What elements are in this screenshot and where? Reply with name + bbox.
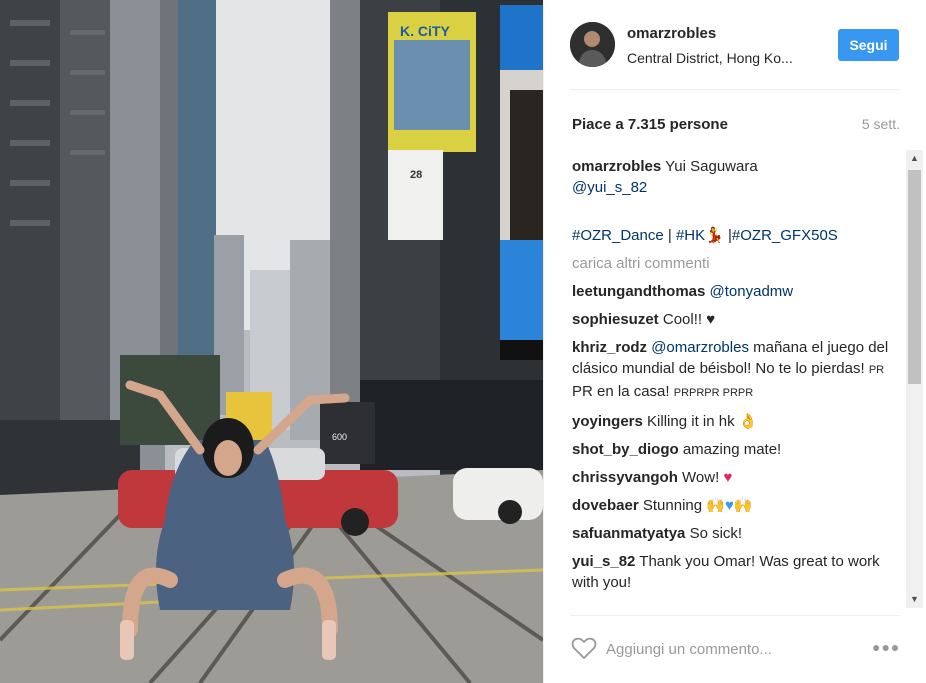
comment-author[interactable]: chrissyvangoh	[572, 469, 678, 486]
comment-item: dovebaer Stunning 🙌♥🙌	[572, 495, 902, 516]
caption-author[interactable]: omarzrobles	[572, 158, 661, 175]
comment-text: Killing it in hk	[647, 413, 735, 430]
ok-hand-emoji-icon: 👌	[738, 413, 758, 430]
scroll-thumb[interactable]	[908, 170, 921, 384]
comment-item: safuanmatyatya So sick!	[572, 523, 902, 544]
billboard-number: 28	[410, 169, 422, 181]
hashtag-ozr-dance[interactable]: #OZR_Dance	[572, 227, 664, 244]
header-divider	[570, 89, 900, 90]
post-location[interactable]: Central District, Hong Ko...	[627, 50, 793, 66]
more-options-icon[interactable]: ●●●	[872, 639, 900, 655]
flag-emoji-text: PRPRPR PRPR	[673, 387, 754, 399]
comment-item: khriz_rodz @omarzrobles mañana el juego …	[572, 337, 902, 404]
raised-hands-emoji-icon: 🙌	[706, 497, 725, 514]
scroll-up-arrow-icon[interactable]: ▲	[906, 150, 923, 167]
load-more-comments[interactable]: carica altri commenti	[572, 253, 902, 274]
comment-author[interactable]: yoyingers	[572, 413, 643, 430]
comment-author[interactable]: yui_s_82	[572, 553, 635, 570]
heart-outline-icon[interactable]	[571, 636, 597, 660]
comment-item: shot_by_diogo amazing mate!	[572, 439, 902, 460]
comment-author[interactable]: shot_by_diogo	[572, 441, 679, 458]
comment-mention[interactable]: @omarzrobles	[651, 339, 749, 356]
comment-author[interactable]: sophiesuzet	[572, 311, 659, 328]
billboard-brand: K. CiTY	[400, 23, 450, 39]
tram-number: 600	[332, 432, 347, 442]
comment-item: yoyingers Killing it in hk 👌	[572, 411, 902, 432]
comments-list[interactable]: omarzrobles Yui Saguwara @yui_s_82 #OZR_…	[544, 150, 926, 608]
comment-input[interactable]	[606, 638, 856, 660]
street-ballet-photo: K. CiTY 28 600	[0, 0, 543, 683]
post-age[interactable]: 5 sett.	[862, 116, 900, 132]
comments-scrollbar[interactable]: ▲ ▼	[906, 150, 923, 608]
caption-text: Yui Saguwara	[665, 158, 758, 175]
comment-item: yui_s_82 Thank you Omar! Was great to wo…	[572, 551, 902, 593]
blue-heart-emoji-icon: ♥	[724, 497, 734, 514]
comment-item: leetungandthomas @tonyadmw	[572, 281, 902, 302]
comment-text: Cool!!	[662, 311, 703, 328]
caption-hashtags: #OZR_Dance | #HK💃 |#OZR_GFX50S	[572, 225, 902, 246]
avatar-image	[570, 22, 615, 67]
hashtag-hk[interactable]: #HK	[676, 227, 705, 244]
comment-author[interactable]: khriz_rodz	[572, 339, 647, 356]
comment-author[interactable]: leetungandthomas	[572, 283, 705, 300]
avatar[interactable]	[570, 22, 615, 67]
comment-text: So sick!	[689, 525, 743, 542]
add-comment-bar: ●●●	[544, 616, 926, 683]
caption-mention[interactable]: @yui_s_82	[572, 179, 647, 196]
heart-emoji-icon: ♥	[723, 469, 733, 486]
comment-author[interactable]: safuanmatyatya	[572, 525, 685, 542]
post-username[interactable]: omarzrobles	[627, 25, 716, 42]
flag-emoji-text: PR	[868, 364, 885, 376]
post-header: omarzrobles Central District, Hong Ko...…	[544, 0, 926, 90]
caption: omarzrobles Yui Saguwara @yui_s_82	[572, 156, 902, 198]
comment-text: Wow!	[682, 469, 720, 486]
comment-mention[interactable]: @tonyadmw	[710, 283, 794, 300]
post-photo[interactable]: K. CiTY 28 600	[0, 0, 543, 683]
follow-button[interactable]: Segui	[838, 29, 899, 61]
comment-author[interactable]: dovebaer	[572, 497, 639, 514]
likes-count[interactable]: Piace a 7.315 persone	[572, 116, 728, 133]
comment-item: chrissyvangoh Wow! ♥	[572, 467, 902, 488]
comment-item: sophiesuzet Cool!! ♥	[572, 309, 902, 330]
scroll-down-arrow-icon[interactable]: ▼	[906, 591, 923, 608]
post-details-panel: omarzrobles Central District, Hong Ko...…	[543, 0, 926, 683]
black-heart-emoji-icon: ♥	[706, 311, 716, 328]
hashtag-separator: |	[667, 227, 672, 244]
dancer-emoji-icon: 💃	[705, 227, 724, 244]
comment-text: amazing mate!	[682, 441, 782, 458]
comment-text: PR en la casa!	[572, 383, 670, 400]
hashtag-ozr-gfx50s[interactable]: #OZR_GFX50S	[732, 227, 838, 244]
likes-row: Piace a 7.315 persone 5 sett.	[544, 108, 926, 144]
comment-text: Stunning	[642, 497, 703, 514]
raised-hands-emoji-icon: 🙌	[733, 497, 753, 514]
